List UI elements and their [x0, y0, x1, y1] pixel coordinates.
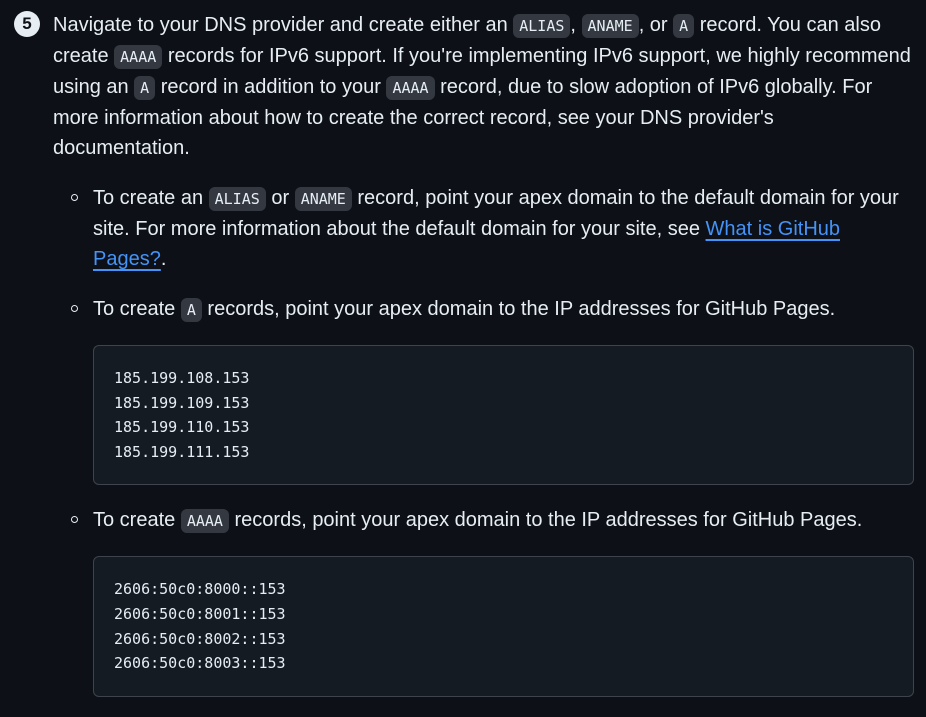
intro-text: ,	[570, 14, 582, 36]
item-text: To create	[93, 298, 181, 320]
inline-code-alias: ALIAS	[513, 14, 571, 38]
code-line: 2606:50c0:8003::153	[114, 654, 286, 673]
intro-text: , or	[638, 14, 674, 36]
list-item-a-records: To create A records, point your apex dom…	[71, 294, 914, 486]
inline-code-aaaa: AAAA	[386, 76, 435, 100]
item-text: or	[265, 187, 295, 209]
inline-code-aaaa: AAAA	[114, 45, 163, 69]
code-line: 185.199.111.153	[114, 442, 250, 461]
inline-code-a: A	[134, 76, 156, 100]
inline-code-aname: ANAME	[581, 14, 639, 38]
item-text: .	[160, 248, 167, 270]
bullet-icon	[71, 194, 78, 201]
ipv4-code-block[interactable]: 185.199.108.153 185.199.109.153 185.199.…	[93, 345, 914, 486]
bullet-icon	[71, 516, 78, 524]
code-line: 185.199.109.153	[114, 393, 250, 412]
code-line: 2606:50c0:8001::153	[114, 604, 286, 623]
item-text: records, point your apex domain to the I…	[228, 509, 863, 532]
list-item-alias-aname: To create an ALIAS or ANAME record, poin…	[71, 183, 914, 274]
code-line: 2606:50c0:8000::153	[114, 580, 286, 599]
code-line: 185.199.108.153	[114, 369, 250, 387]
bullet-icon	[71, 305, 78, 312]
code-line: 185.199.110.153	[114, 418, 250, 437]
inline-code-a: A	[673, 14, 695, 38]
list-item-aaaa-records: To create AAAA records, point your apex …	[71, 505, 914, 697]
item-text: records, point your apex domain to the I…	[201, 298, 836, 320]
inline-code-aaaa: AAAA	[180, 509, 229, 534]
inline-code-aname: ANAME	[294, 187, 352, 211]
step-5: 5 Navigate to your DNS provider and crea…	[14, 10, 914, 717]
intro-text: Navigate to your DNS provider and create…	[53, 14, 514, 36]
item-text: To create	[93, 509, 181, 532]
code-line: 2606:50c0:8002::153	[114, 629, 286, 648]
record-instructions-list: To create an ALIAS or ANAME record, poin…	[14, 183, 914, 697]
step-number-badge: 5	[14, 11, 40, 37]
inline-code-a: A	[180, 298, 202, 322]
inline-code-alias: ALIAS	[208, 187, 266, 211]
step-instructions: Navigate to your DNS provider and create…	[53, 10, 913, 163]
ipv6-code-block[interactable]: 2606:50c0:8000::153 2606:50c0:8001::153 …	[93, 556, 914, 697]
intro-text: record in addition to your	[155, 76, 387, 98]
item-text: To create an	[93, 187, 209, 209]
